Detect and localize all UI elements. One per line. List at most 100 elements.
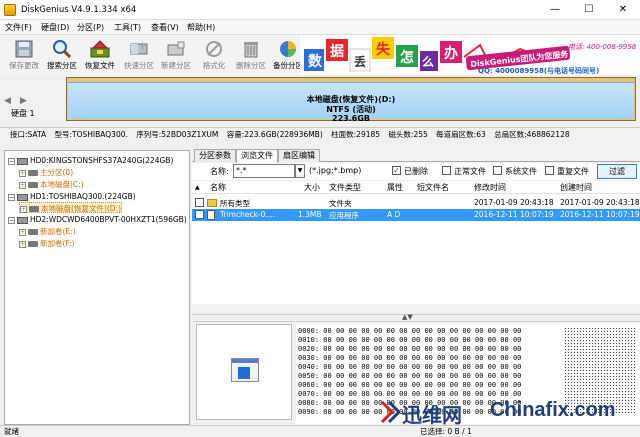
tree-partition-primary0[interactable]: + 主分区(0) <box>19 167 73 178</box>
expand-icon[interactable]: + <box>19 240 26 248</box>
partition-block[interactable]: 本地磁盘(恢复文件)(D:) NTFS (活动) 223.6GB <box>66 77 636 123</box>
tree-partition-f[interactable]: + 新加卷(F:) <box>19 238 75 249</box>
col-attr[interactable]: 属性 <box>387 182 403 193</box>
partition-icon <box>29 206 39 212</box>
info-serial: 序列号:52BD03Z1XUM <box>136 130 219 139</box>
row-modified: 2017-01-09 20:43:18 <box>474 198 554 207</box>
app-icon <box>4 4 16 16</box>
trash-icon <box>244 42 258 58</box>
app-window-thumbnail-icon <box>231 358 259 382</box>
minimize-button[interactable]: — <box>538 0 572 20</box>
hex-row: 0040: 00 00 00 00 00 00 00 00 00 00 00 0… <box>298 363 522 371</box>
watermark: 迅维网 Chinafix.com <box>380 396 640 428</box>
menu-partition[interactable]: 分区(P) <box>77 22 104 33</box>
row-checkbox[interactable] <box>195 198 204 207</box>
title-bar: DiskGenius V4.9.1.334 x64 — ☐ ✕ <box>0 0 640 20</box>
tab-browse-files[interactable]: 浏览文件 <box>236 149 278 163</box>
col-modified[interactable]: 修改时间 <box>474 182 506 193</box>
col-short-name[interactable]: 短文件名 <box>417 182 449 193</box>
row-checkbox[interactable] <box>195 210 204 219</box>
delete-partition-button[interactable]: 删除分区 <box>231 37 271 73</box>
file-preview <box>196 324 292 420</box>
tree-disk-hd1[interactable]: − HD1:TOSHIBAQ300.(224GB) <box>8 191 136 202</box>
expand-icon[interactable]: + <box>19 228 26 236</box>
right-panel: 分区参数 浏览文件 扇区编辑 名称: *.* ▼ (*.jpg;*.bmp) ✓… <box>192 148 640 428</box>
menu-file[interactable]: 文件(F) <box>5 22 32 33</box>
expand-icon[interactable]: + <box>20 205 27 213</box>
ad-banner[interactable]: 数 据 丢 失 怎 么 办 DiskGenius团队为您服务 电话: 400-0… <box>300 35 640 75</box>
col-name[interactable]: 名称 <box>210 182 226 193</box>
new-partition-button[interactable]: 新建分区 <box>156 37 196 73</box>
tree-partition-d[interactable]: + 本地磁盘(恢复文件)(D:) <box>19 202 123 213</box>
filter-button[interactable]: 过滤 <box>597 164 637 179</box>
filter-row: 名称: *.* ▼ (*.jpg;*.bmp) ✓ 已删除 正常文件 系统文件 … <box>192 163 640 180</box>
duplicate-files-checkbox[interactable] <box>545 166 554 175</box>
maximize-button[interactable]: ☐ <box>572 0 606 20</box>
recover-files-icon <box>90 40 110 58</box>
col-size[interactable]: 大小 <box>304 182 320 193</box>
tree-disk-hd2[interactable]: − HD2:WDCWD6400BPVT-00HXZT1(596GB) <box>8 214 187 225</box>
tab-sector-editor[interactable]: 扇区编辑 <box>278 149 320 162</box>
table-row[interactable]: Trimcheck-0.... 1.3MB 应用程序 A D 2016-12-1… <box>192 209 640 221</box>
format-icon <box>206 41 222 57</box>
info-sectors-per-track: 每道扇区数:63 <box>436 130 486 139</box>
watermark-brand: 迅维网 <box>402 403 462 427</box>
disk-map-strip: ◀ ▶ 硬盘 1 本地磁盘(恢复文件)(D:) NTFS (活动) 223.6G… <box>0 75 640 125</box>
recover-files-button[interactable]: 恢复文件 <box>80 37 120 73</box>
collapse-icon[interactable]: − <box>8 216 15 224</box>
close-button[interactable]: ✕ <box>606 0 640 20</box>
row-created: 2017-01-09 20:43:18 <box>560 198 640 207</box>
ad-char-3: 丢 <box>354 54 366 69</box>
disk-icon <box>17 157 28 165</box>
file-icon <box>207 210 215 220</box>
collapse-icon[interactable]: − <box>8 157 15 165</box>
filter-name-input[interactable]: *.* <box>233 164 295 178</box>
normal-files-label: 正常文件 <box>454 167 486 176</box>
hex-row: 0060: 00 00 00 00 00 00 00 00 00 00 00 0… <box>298 381 522 389</box>
collapse-icon[interactable]: − <box>8 193 15 201</box>
ad-char-7: 办 <box>444 45 458 62</box>
prev-disk-arrow-icon[interactable]: ◀ <box>4 96 11 106</box>
tab-partition-params[interactable]: 分区参数 <box>194 149 236 162</box>
partition-icon <box>28 170 38 176</box>
menu-view[interactable]: 查看(V) <box>151 22 179 33</box>
search-partition-button[interactable]: 搜索分区 <box>42 37 82 73</box>
file-list: 所有类型 文件夹 2017-01-09 20:43:18 2017-01-09 … <box>192 194 640 304</box>
col-type[interactable]: 文件类型 <box>329 182 361 193</box>
splitter-grip-icon: ▲▼ <box>402 313 413 321</box>
row-name: Trimcheck-0.... <box>220 210 275 219</box>
ad-qq-text: QQ: 4000089958(与电话号码同号) <box>478 66 599 75</box>
chevron-down-icon[interactable]: ▼ <box>295 164 305 178</box>
tree-partition-c[interactable]: + 本地磁盘(C:) <box>19 179 84 190</box>
menu-help[interactable]: 帮助(H) <box>187 22 215 33</box>
row-size: 1.3MB <box>298 210 322 219</box>
ad-char-5: 怎 <box>400 49 414 66</box>
next-disk-arrow-icon[interactable]: ▶ <box>20 96 27 106</box>
system-files-checkbox[interactable] <box>493 166 502 175</box>
menu-disk[interactable]: 硬盘(D) <box>41 22 69 33</box>
save-icon <box>15 40 33 58</box>
filter-name-label: 名称: <box>210 167 229 176</box>
save-changes-button[interactable]: 保存更改 <box>4 37 44 73</box>
quick-partition-button[interactable]: 快速分区 <box>119 37 159 73</box>
table-row[interactable]: 所有类型 文件夹 2017-01-09 20:43:18 2017-01-09 … <box>192 197 640 209</box>
partition-icon <box>28 182 38 188</box>
format-button[interactable]: 格式化 <box>194 37 234 73</box>
partition-size: 223.6GB <box>332 114 370 123</box>
disk-tree: − HD0:KINGSTONSHFS37A240G(224GB) + 主分区(0) … <box>4 150 190 425</box>
up-arrow-icon[interactable]: ▲ <box>195 184 200 191</box>
info-cylinders: 柱面数:29185 <box>331 130 381 139</box>
row-created: 2016-12-11 10:07:19 <box>560 210 640 219</box>
normal-files-checkbox[interactable] <box>442 166 451 175</box>
expand-icon[interactable]: + <box>19 181 26 189</box>
tree-disk-hd0[interactable]: − HD0:KINGSTONSHFS37A240G(224GB) <box>8 155 173 166</box>
new-partition-icon <box>167 41 185 56</box>
pane-splitter[interactable]: ▲▼ <box>192 313 640 322</box>
col-created[interactable]: 创建时间 <box>560 182 592 193</box>
menu-tools[interactable]: 工具(T) <box>114 22 141 33</box>
tree-partition-e[interactable]: + 新加卷(E:) <box>19 226 76 237</box>
deleted-checkbox[interactable]: ✓ <box>392 166 401 175</box>
expand-icon[interactable]: + <box>19 169 26 177</box>
tab-strip: 分区参数 浏览文件 扇区编辑 <box>192 148 640 163</box>
partition-icon <box>28 229 38 235</box>
